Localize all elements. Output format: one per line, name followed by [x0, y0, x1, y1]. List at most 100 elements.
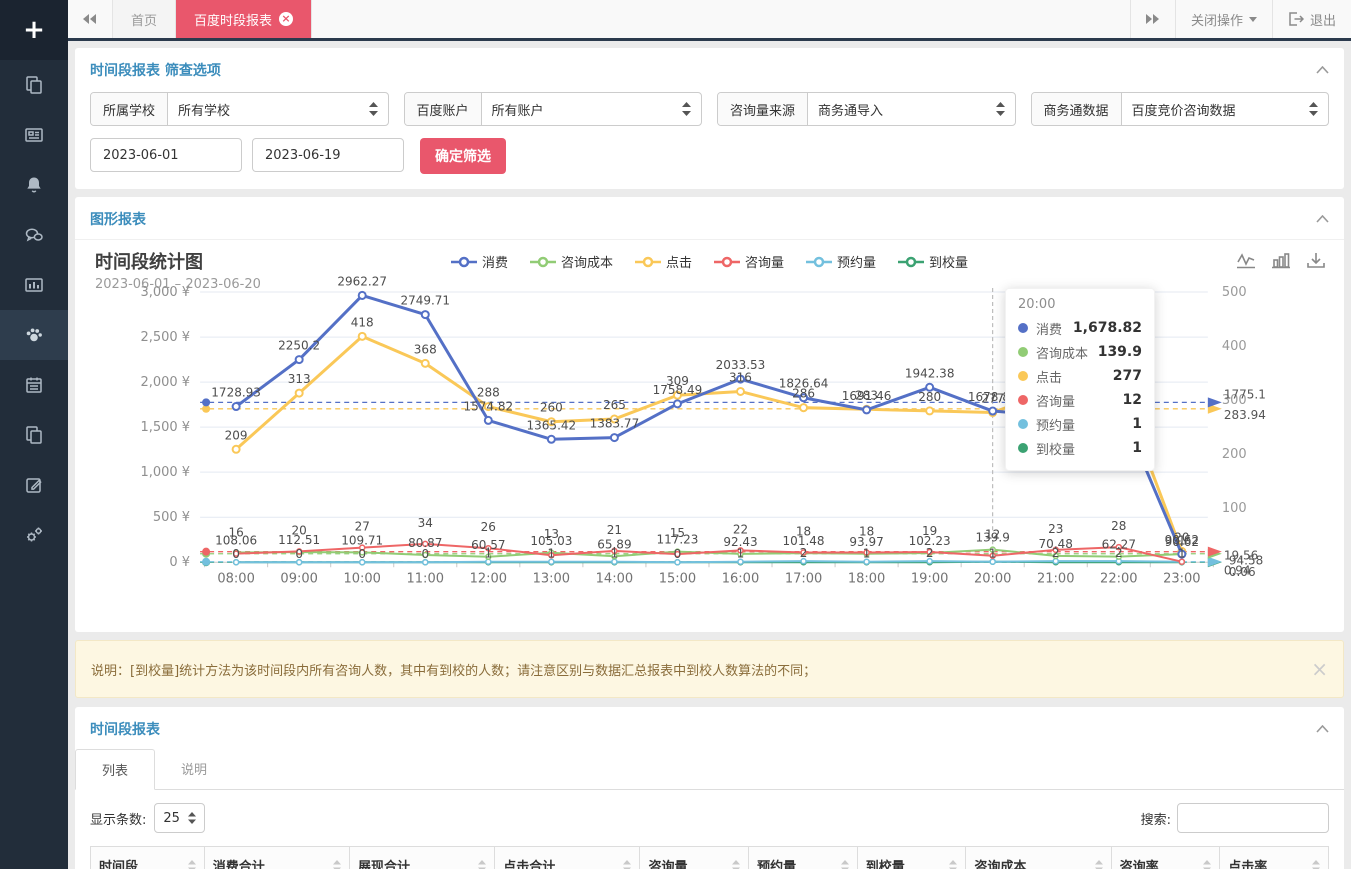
download-icon[interactable]	[1306, 252, 1326, 270]
bar-chart-tool-icon[interactable]	[1271, 252, 1291, 270]
swt-data-select[interactable]: 百度竞价咨询数据	[1122, 93, 1328, 125]
tooltip-value: 12	[1123, 392, 1142, 408]
column-header-1[interactable]: 消费合计	[204, 847, 349, 869]
expand-tabs-right-icon[interactable]	[1130, 0, 1175, 38]
close-icon[interactable]: ×	[1311, 659, 1328, 679]
tab-description[interactable]: 说明	[155, 749, 233, 790]
svg-text:60.57: 60.57	[471, 538, 505, 552]
tooltip-value: 277	[1113, 368, 1142, 384]
page-size-label: 显示条数:	[90, 809, 146, 828]
collapse-chevron-icon[interactable]	[1316, 722, 1329, 737]
legend-marker-icon	[451, 256, 477, 268]
select-arrows-icon	[188, 812, 196, 824]
svg-text:1574.82: 1574.82	[463, 399, 513, 413]
school-select[interactable]: 所有学校	[168, 93, 387, 125]
legend-item-1[interactable]: 咨询成本	[530, 252, 613, 271]
tab-close-icon[interactable]: ×	[279, 12, 293, 26]
svg-text:0: 0	[358, 547, 366, 561]
svg-text:260: 260	[540, 401, 563, 415]
table-tabs: 列表 说明	[75, 749, 1344, 790]
column-label: 点击率	[1228, 856, 1267, 869]
collapse-tabs-left-icon[interactable]	[68, 0, 113, 38]
confirm-filter-button[interactable]: 确定筛选	[420, 138, 506, 174]
page-size-value: 25	[163, 811, 180, 826]
svg-text:20: 20	[292, 523, 307, 537]
svg-text:26: 26	[481, 520, 496, 534]
svg-text:90.62: 90.62	[1165, 533, 1199, 547]
svg-text:100: 100	[1222, 501, 1247, 516]
column-header-2[interactable]: 展现合计	[349, 847, 494, 869]
logout-button[interactable]: 退出	[1272, 0, 1351, 38]
legend-item-0[interactable]: 消费	[451, 252, 508, 271]
svg-text:313: 313	[288, 372, 311, 386]
line-chart-tool-icon[interactable]	[1236, 252, 1256, 270]
column-header-4[interactable]: 咨询量	[640, 847, 749, 869]
content: 时间段报表 筛查选项 所属学校 所有学校 百度账户 所有账户	[68, 41, 1351, 869]
search-input[interactable]	[1177, 803, 1329, 833]
collapse-chevron-icon[interactable]	[1316, 212, 1329, 227]
legend-marker-icon	[898, 256, 924, 268]
copy-icon	[24, 425, 44, 445]
date-to-input[interactable]: 2023-06-19	[252, 138, 404, 172]
tooltip-row-5: 到校量1	[1018, 436, 1142, 460]
svg-text:1758.49: 1758.49	[653, 383, 703, 397]
close-operations-menu[interactable]: 关闭操作	[1175, 0, 1272, 38]
svg-text:16: 16	[228, 526, 243, 540]
column-header-6[interactable]: 到校量	[857, 847, 966, 869]
sidebar-item-2[interactable]	[0, 160, 68, 210]
chart-title: 时间段统计图	[95, 248, 203, 274]
svg-text:65.89: 65.89	[597, 537, 631, 551]
sidebar-item-8[interactable]	[0, 460, 68, 510]
column-header-3[interactable]: 点击合计	[495, 847, 640, 869]
plus-icon[interactable]: +	[0, 0, 68, 60]
page-size-select[interactable]: 25	[154, 803, 205, 833]
sidebar-item-6[interactable]	[0, 360, 68, 410]
column-header-7[interactable]: 咨询成本	[966, 847, 1111, 869]
main-area: 首页 百度时段报表 × 关闭操作 退出 时间段报表 筛查选项	[68, 0, 1351, 869]
svg-text:265: 265	[603, 398, 626, 412]
sidebar-item-9[interactable]	[0, 510, 68, 560]
column-header-8[interactable]: 咨询率	[1111, 847, 1220, 869]
sidebar-item-3[interactable]	[0, 210, 68, 260]
svg-text:08:00: 08:00	[217, 571, 254, 586]
column-header-9[interactable]: 点击率	[1220, 847, 1329, 869]
svg-text:15:00: 15:00	[659, 571, 696, 586]
sidebar-item-7[interactable]	[0, 410, 68, 460]
column-label: 咨询量	[648, 856, 687, 869]
svg-text:22: 22	[733, 522, 748, 536]
svg-text:400: 400	[1222, 339, 1247, 354]
inquiry-source-filter: 咨询量来源 商务通导入	[717, 92, 1016, 126]
svg-text:21: 21	[607, 523, 622, 537]
legend-item-5[interactable]: 到校量	[898, 252, 968, 271]
column-label: 消费合计	[213, 856, 265, 869]
legend-item-3[interactable]: 咨询量	[714, 252, 784, 271]
tab-home[interactable]: 首页	[113, 0, 176, 38]
tab-baidu-report[interactable]: 百度时段报表 ×	[176, 0, 312, 38]
table-controls: 显示条数: 25 搜索:	[75, 790, 1344, 846]
swt-data-select-value: 百度竞价咨询数据	[1132, 100, 1236, 119]
tab-list[interactable]: 列表	[75, 749, 155, 790]
sidebar-item-4[interactable]	[0, 260, 68, 310]
legend-item-2[interactable]: 点击	[635, 252, 692, 271]
date-from-input[interactable]: 2023-06-01	[90, 138, 242, 172]
svg-text:21:00: 21:00	[1037, 571, 1074, 586]
chevron-down-icon	[1249, 17, 1257, 22]
sort-icon	[732, 860, 740, 869]
filter-row-1: 所属学校 所有学校 百度账户 所有账户 咨询量来源 商务通导入	[75, 90, 1344, 138]
sidebar-item-1[interactable]	[0, 110, 68, 160]
sidebar-nav	[0, 60, 68, 560]
column-header-5[interactable]: 预约量	[749, 847, 858, 869]
column-label: 展现合计	[358, 856, 410, 869]
sidebar-item-0[interactable]	[0, 60, 68, 110]
table-panel-title: 时间段报表	[90, 719, 160, 739]
inquiry-source-select[interactable]: 商务通导入	[808, 93, 1014, 125]
column-header-0[interactable]: 时间段	[91, 847, 205, 869]
collapse-chevron-icon[interactable]	[1316, 63, 1329, 78]
legend-item-4[interactable]: 预约量	[806, 252, 876, 271]
tab-baidu-report-label: 百度时段报表	[194, 10, 272, 29]
series-dot-icon	[1018, 323, 1028, 333]
sidebar-item-5[interactable]	[0, 310, 68, 360]
tooltip-time: 20:00	[1018, 297, 1142, 312]
tooltip-label: 到校量	[1036, 439, 1075, 458]
baidu-account-select[interactable]: 所有账户	[482, 93, 701, 125]
